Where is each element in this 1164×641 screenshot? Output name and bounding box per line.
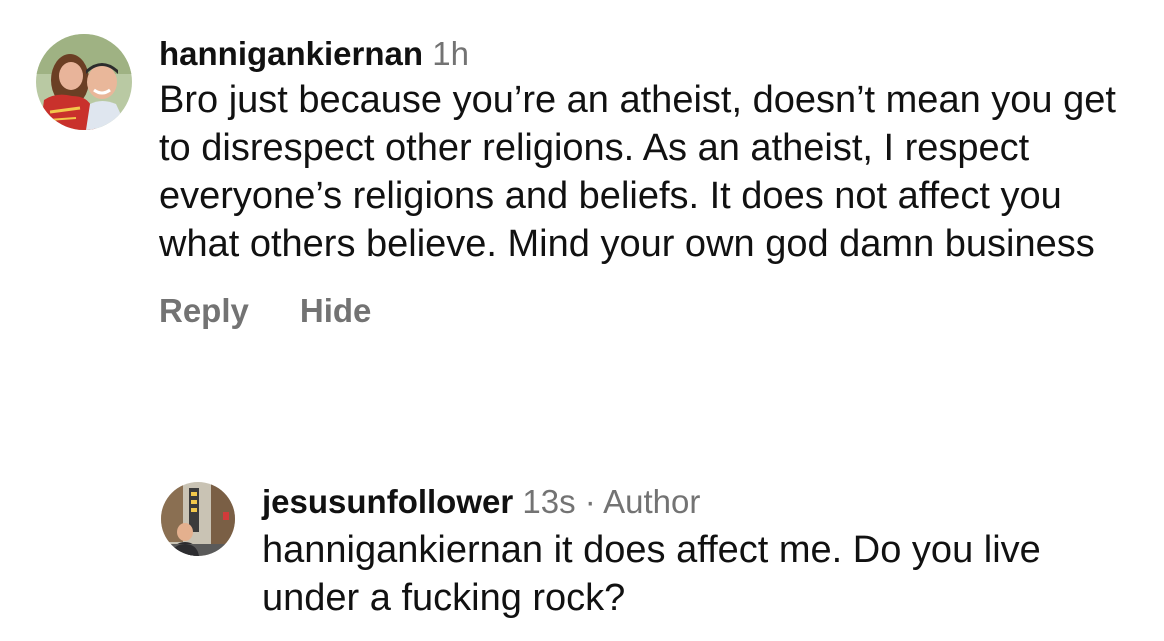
author-badge: Author xyxy=(603,483,701,520)
comment-header: hannigankiernan 1h xyxy=(159,34,1146,74)
comment-body: hannigankiernan 1h Bro just because you’… xyxy=(159,34,1146,330)
reply-comment: jesusunfollower 13s · Author hannigankie… xyxy=(161,482,1151,622)
username[interactable]: hannigankiernan xyxy=(159,35,423,72)
separator: · xyxy=(584,483,596,520)
hide-button[interactable]: Hide xyxy=(300,292,372,330)
comment-header: jesusunfollower 13s · Author xyxy=(262,482,1151,522)
avatar[interactable] xyxy=(36,34,132,130)
profile-photo-icon xyxy=(36,34,132,130)
comment-body: jesusunfollower 13s · Author hannigankie… xyxy=(262,482,1151,622)
comment-text: hannigankiernan it does affect me. Do yo… xyxy=(262,529,1041,619)
reply-button[interactable]: Reply xyxy=(159,292,249,330)
profile-photo-icon xyxy=(161,482,235,556)
comment: hannigankiernan 1h Bro just because you’… xyxy=(36,34,1146,330)
comment-actions: Reply Hide xyxy=(159,292,1146,330)
timestamp: 13s xyxy=(522,483,576,520)
timestamp: 1h xyxy=(432,35,469,72)
username[interactable]: jesusunfollower xyxy=(262,483,513,520)
avatar[interactable] xyxy=(161,482,235,556)
comment-text: Bro just because you’re an atheist, does… xyxy=(159,79,1116,265)
